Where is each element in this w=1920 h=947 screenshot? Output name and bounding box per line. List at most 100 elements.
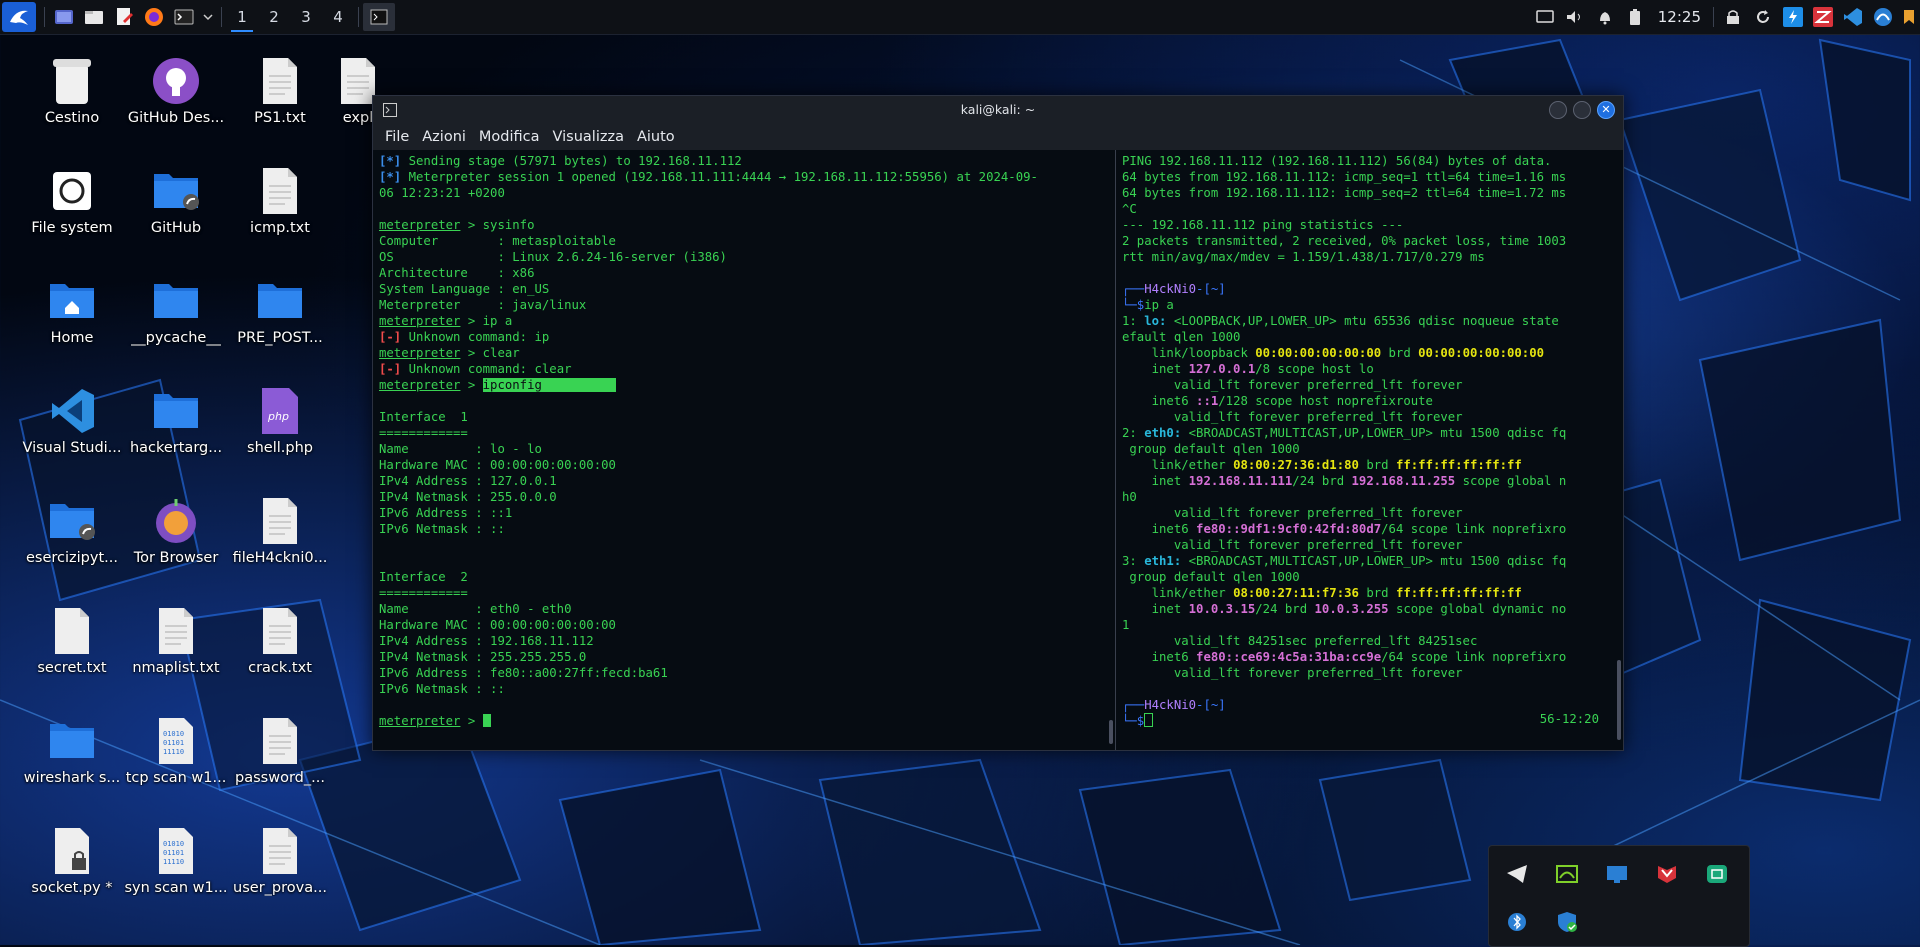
terminal-line: ┌──H4ckNi0-[~] <box>1122 281 1617 297</box>
desktop-icon[interactable]: wireshark s... <box>20 710 124 810</box>
desktop-icon[interactable]: password_... <box>228 710 332 810</box>
workspace-3[interactable]: 3 <box>290 0 322 34</box>
menu-file[interactable]: File <box>379 129 416 145</box>
terminal-line: 64 bytes from 192.168.11.112: icmp_seq=1… <box>1122 169 1617 185</box>
desktop-icon[interactable]: icmp.txt <box>228 160 332 260</box>
scrollbar[interactable] <box>1109 720 1113 744</box>
terminal-text: H4ckNi0 <box>1144 698 1197 712</box>
desktop-icon[interactable]: php shell.php <box>228 380 332 480</box>
desktop-icon[interactable]: hackertarg... <box>124 380 228 480</box>
terminal-line: Hardware MAC : 00:00:00:00:00:00 <box>379 617 1109 633</box>
desktop-icon[interactable]: crack.txt <box>228 600 332 700</box>
desktop-icon-label: shell.php <box>247 440 313 456</box>
workspace-2[interactable]: 2 <box>258 0 290 34</box>
desktop-icon[interactable]: GitHub Des... <box>124 50 228 150</box>
minimize-button[interactable] <box>1549 101 1567 119</box>
svg-text:11110: 11110 <box>163 748 184 756</box>
terminal-line: Computer : metasploitable <box>379 233 1109 249</box>
terminal-line: group default qlen 1000 <box>1122 569 1617 585</box>
desktop-icon[interactable]: 01010 01101 11110 tcp scan w1... <box>124 710 228 810</box>
terminal-line: Hardware MAC : 00:00:00:00:00:00 <box>379 457 1109 473</box>
lock-icon[interactable] <box>1718 0 1748 34</box>
terminal-pane-meterpreter[interactable]: [*] Sending stage (57971 bytes) to 192.1… <box>373 150 1116 750</box>
network-icon[interactable] <box>1705 862 1729 886</box>
desktop-icon[interactable]: File system <box>20 160 124 260</box>
desktop-icon[interactable]: Home <box>20 270 124 370</box>
notification-bell-icon[interactable] <box>1590 0 1620 34</box>
chevron-down-icon[interactable] <box>199 0 217 34</box>
terminal-output[interactable]: PING 192.168.11.112 (192.168.11.112) 56(… <box>1116 150 1623 732</box>
file-manager-icon[interactable] <box>79 0 109 34</box>
scrollbar[interactable] <box>1617 660 1621 740</box>
desktop-icon[interactable]: 01010 01101 11110 syn scan w1... <box>124 820 228 920</box>
maximize-button[interactable] <box>1573 101 1591 119</box>
mcafee-icon[interactable] <box>1655 862 1679 886</box>
terminal-line: [-] Unknown command: ip <box>379 329 1109 345</box>
desktop-icon[interactable]: Cestino <box>20 50 124 150</box>
kali-menu-icon[interactable] <box>2 2 36 32</box>
desktop-icon[interactable]: Visual Studi... <box>20 380 124 480</box>
terminal-text: <BROADCAST,MULTICAST,UP,LOWER_UP> mtu 15… <box>1181 426 1567 440</box>
terminal-line: System Language : en_US <box>379 281 1109 297</box>
trash-icon <box>47 56 97 106</box>
terminal-text: [*] <box>379 154 402 168</box>
volume-icon[interactable] <box>1560 0 1590 34</box>
security-shield-icon[interactable] <box>1555 910 1579 934</box>
terminal-icon[interactable] <box>169 0 199 34</box>
menu-aiuto[interactable]: Aiuto <box>631 129 682 145</box>
screen-icon[interactable] <box>1530 0 1560 34</box>
desktop-icon[interactable]: __pycache__ <box>124 270 228 370</box>
firefox-icon[interactable] <box>139 0 169 34</box>
terminal-text: OS : Linux 2.6.24-16-server (i386) <box>379 250 727 264</box>
window-titlebar[interactable]: kali@kali: ~ ✕ <box>373 96 1623 123</box>
top-panel: 1 2 3 4 12:25 <box>0 0 1920 35</box>
bookmark-icon[interactable] <box>1898 0 1920 34</box>
taskbar-terminal-window[interactable] <box>363 3 395 31</box>
text-editor-icon[interactable] <box>109 0 139 34</box>
telegram-icon[interactable] <box>1505 862 1529 886</box>
menu-azioni[interactable]: Azioni <box>416 129 473 145</box>
terminal-output[interactable]: [*] Sending stage (57971 bytes) to 192.1… <box>373 150 1115 732</box>
menu-visualizza[interactable]: Visualizza <box>547 129 631 145</box>
refresh-icon[interactable] <box>1748 0 1778 34</box>
desktop-icon[interactable]: fileH4ckni0... <box>228 490 332 590</box>
terminal-text: inet <box>1122 362 1189 376</box>
menu-modifica[interactable]: Modifica <box>473 129 547 145</box>
desktop-icon[interactable]: Tor Browser <box>124 490 228 590</box>
wireshark-icon[interactable] <box>1868 0 1898 34</box>
workspace-4[interactable]: 4 <box>322 0 354 34</box>
terminal-text: group default qlen 1000 <box>1122 570 1300 584</box>
desktop-icon[interactable]: nmaplist.txt <box>124 600 228 700</box>
clock[interactable]: 12:25 <box>1650 8 1709 26</box>
battery-icon[interactable] <box>1620 0 1650 34</box>
workspace-icon[interactable] <box>49 0 79 34</box>
desktop-icon[interactable]: PRE_POST... <box>228 270 332 370</box>
panel-separator <box>1713 7 1714 27</box>
close-icon: ✕ <box>1601 103 1611 116</box>
desktop-icon-label: crack.txt <box>248 660 312 676</box>
terminal-line: meterpreter > <box>379 713 1109 729</box>
folder-icon <box>47 716 97 766</box>
display-icon[interactable] <box>1605 862 1629 886</box>
desktop-icon[interactable]: PS1.txt <box>228 50 332 150</box>
desktop-icon[interactable]: user_prova... <box>228 820 332 920</box>
close-button[interactable]: ✕ <box>1597 101 1615 119</box>
wireshark-tray-icon[interactable] <box>1555 862 1579 886</box>
desktop-icon[interactable]: GitHub <box>124 160 228 260</box>
burpsuite-icon[interactable] <box>1778 0 1808 34</box>
desktop-icon[interactable]: esercizipyt... <box>20 490 124 590</box>
desktop-icon[interactable]: secret.txt <box>20 600 124 700</box>
terminal-window[interactable]: kali@kali: ~ ✕ File Azioni Modifica Visu… <box>372 95 1624 751</box>
desktop-icon[interactable]: socket.py * <box>20 820 124 920</box>
terminal-text: 00:00:00:00:00:00 <box>1255 346 1382 360</box>
vscode-icon[interactable] <box>1838 0 1868 34</box>
workspace-1[interactable]: 1 <box>226 0 258 34</box>
window-menubar: File Azioni Modifica Visualizza Aiuto <box>373 123 1623 150</box>
bluetooth-icon[interactable] <box>1505 910 1529 934</box>
folder-icon <box>255 276 305 326</box>
terminal-line: group default qlen 1000 <box>1122 441 1617 457</box>
terminal-pane-shell[interactable]: PING 192.168.11.112 (192.168.11.112) 56(… <box>1116 150 1623 750</box>
zaproxy-icon[interactable] <box>1808 0 1838 34</box>
